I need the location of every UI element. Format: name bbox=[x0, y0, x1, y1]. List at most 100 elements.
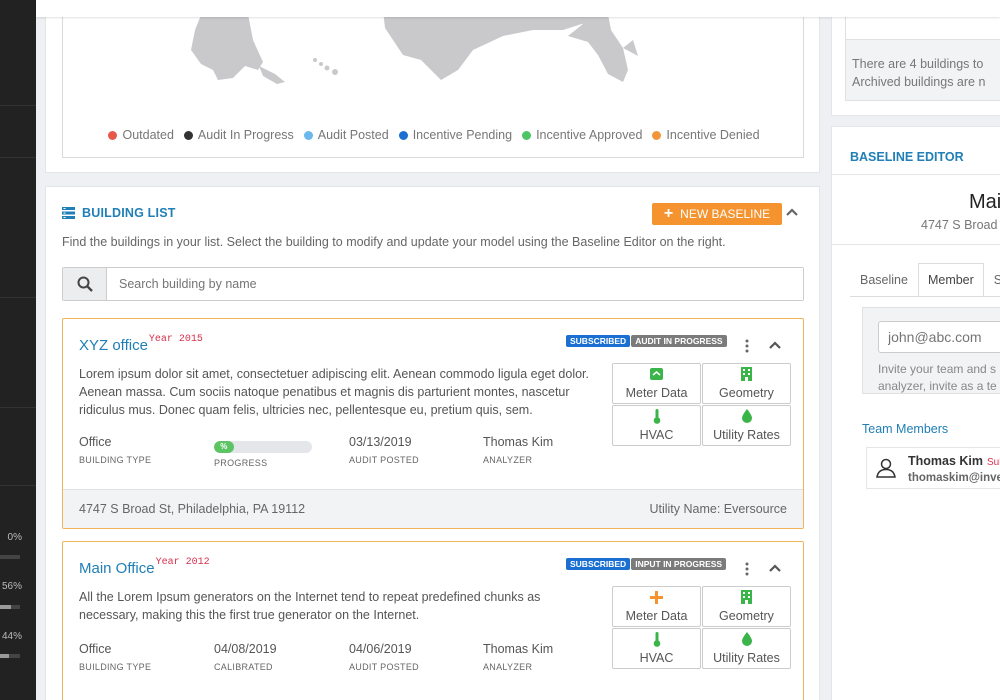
new-baseline-label: NEW BASELINE bbox=[680, 207, 771, 221]
building-name[interactable]: Main OfficeYear 2012 bbox=[79, 557, 210, 577]
member-name-text: Thomas Kim bbox=[908, 454, 984, 468]
sidebar-stat-label: 0% bbox=[7, 532, 22, 543]
status-dot-icon bbox=[303, 130, 313, 140]
legend-item-incentive-denied: Incentive Denied bbox=[652, 128, 760, 142]
sidebar-stat-bar bbox=[0, 605, 20, 609]
tab-baseline[interactable]: Baseline bbox=[850, 263, 918, 297]
utility-rates-tile[interactable]: Utility Rates bbox=[702, 628, 791, 669]
audit-posted-meta: 04/06/2019 AUDIT POSTED bbox=[349, 642, 419, 672]
tile-label: Geometry bbox=[719, 609, 774, 623]
info-line: There are 4 buildings to bbox=[852, 57, 984, 71]
utility-name: Utility Name: Eversource bbox=[649, 502, 787, 516]
legend-label: Audit Posted bbox=[317, 128, 389, 142]
building-year: Year 2015 bbox=[148, 334, 203, 345]
hvac-tile[interactable]: HVAC bbox=[612, 628, 701, 669]
building-card-main-office[interactable]: Main OfficeYear 2012 SUBSCRIBED INPUT IN… bbox=[62, 541, 804, 700]
legend-label: Audit In Progress bbox=[197, 128, 294, 142]
building-description: All the Lorem Ipsum generators on the In… bbox=[79, 590, 541, 622]
status-dot-icon bbox=[108, 130, 118, 140]
analyzer-name: Thomas Kim bbox=[483, 642, 554, 656]
member-name: Thomas KimSub bbox=[908, 454, 1000, 468]
collapse-chevron-up-icon[interactable] bbox=[786, 205, 800, 223]
status-dot-icon bbox=[398, 130, 408, 140]
left-sidebar: 0% 56% 44% bbox=[0, 0, 36, 700]
tile-label: Utility Rates bbox=[713, 428, 780, 442]
tile-label: Utility Rates bbox=[713, 651, 780, 665]
building-name[interactable]: XYZ officeYear 2015 bbox=[79, 334, 203, 354]
subscribed-badge: SUBSCRIBED bbox=[566, 558, 631, 570]
legend-item-audit-posted: Audit Posted bbox=[303, 128, 389, 142]
thermometer-icon bbox=[653, 408, 661, 424]
building-card-footer: 4747 S Broad St, Philadelphia, PA 19112 … bbox=[63, 489, 803, 528]
kebab-menu-icon[interactable] bbox=[745, 339, 751, 355]
invite-help-text: Invite your team and s analyzer, invite … bbox=[878, 361, 997, 395]
sidebar-divider bbox=[0, 407, 36, 408]
tab-subscription[interactable]: Su bbox=[983, 263, 1000, 297]
search-bar bbox=[62, 267, 804, 301]
building-map[interactable]: Outdated Audit In Progress Audit Posted … bbox=[62, 0, 804, 158]
search-button[interactable] bbox=[63, 268, 107, 300]
building-name-text[interactable]: XYZ office bbox=[79, 337, 148, 354]
divider bbox=[832, 174, 1000, 175]
building-icon bbox=[741, 590, 752, 604]
progress-bar: % bbox=[214, 441, 312, 453]
building-address: 4747 S Broad St, Philadelphia, PA 19112 bbox=[79, 502, 306, 516]
sidebar-divider bbox=[0, 297, 36, 298]
audit-posted-date: 03/13/2019 bbox=[349, 435, 412, 449]
progress-meta: % PROGRESS bbox=[214, 438, 312, 468]
editor-building-name: Mai bbox=[969, 191, 1000, 213]
tile-label: Geometry bbox=[719, 386, 774, 400]
team-member-row[interactable]: Thomas KimSub thomaskim@inve bbox=[866, 447, 1000, 489]
member-email: thomaskim@inve bbox=[908, 472, 1000, 484]
meter-data-tile[interactable]: Meter Data bbox=[612, 586, 701, 627]
tile-label: Meter Data bbox=[625, 609, 688, 623]
search-icon bbox=[77, 276, 93, 292]
invite-email-input[interactable] bbox=[878, 321, 1000, 353]
geometry-tile[interactable]: Geometry bbox=[702, 363, 791, 404]
member-subscription-badge: Sub bbox=[987, 457, 1000, 468]
plus-icon: + bbox=[663, 205, 674, 222]
user-avatar-icon bbox=[876, 458, 896, 478]
status-dot-icon bbox=[652, 130, 662, 140]
search-input[interactable] bbox=[107, 268, 803, 300]
map-card: Outdated Audit In Progress Audit Posted … bbox=[45, 0, 820, 173]
sidebar-stat-bar bbox=[0, 555, 20, 559]
building-year: Year 2012 bbox=[155, 557, 210, 568]
building-type-label: BUILDING TYPE bbox=[79, 662, 152, 672]
team-members-title: Team Members bbox=[862, 422, 949, 436]
invite-help-line: analyzer, invite as a te bbox=[878, 379, 997, 393]
progress-label: PROGRESS bbox=[214, 458, 268, 468]
hvac-tile[interactable]: HVAC bbox=[612, 405, 701, 446]
divider bbox=[850, 296, 1000, 297]
sidebar-stat-bar bbox=[0, 654, 20, 658]
utility-rates-tile[interactable]: Utility Rates bbox=[702, 405, 791, 446]
building-name-text[interactable]: Main Office bbox=[79, 560, 155, 577]
status-badge: INPUT IN PROGRESS bbox=[631, 558, 727, 570]
building-list-header: BUILDING LIST bbox=[62, 206, 176, 220]
progress-fill: % bbox=[214, 441, 234, 453]
water-drop-icon bbox=[741, 409, 752, 423]
analyzer-label: ANALYZER bbox=[483, 455, 533, 465]
tile-label: Meter Data bbox=[625, 386, 688, 400]
sidebar-divider bbox=[0, 485, 36, 486]
geometry-tile[interactable]: Geometry bbox=[702, 586, 791, 627]
meter-data-tile[interactable]: Meter Data bbox=[612, 363, 701, 404]
buildings-info-panel: There are 4 buildings to Archived buildi… bbox=[831, 0, 1000, 116]
sidebar-divider bbox=[0, 105, 36, 106]
top-header-bar bbox=[36, 0, 1000, 17]
invite-box: Invite your team and s analyzer, invite … bbox=[862, 307, 1000, 394]
sidebar-stat-label: 56% bbox=[1, 581, 22, 592]
kebab-menu-icon[interactable] bbox=[745, 562, 751, 578]
building-tiles: Meter Data Geometry HVAC Utility Rates bbox=[612, 363, 791, 446]
new-baseline-button[interactable]: + NEW BASELINE bbox=[652, 203, 782, 225]
analyzer-meta: Thomas Kim ANALYZER bbox=[483, 642, 553, 672]
legend-item-incentive-pending: Incentive Pending bbox=[398, 128, 512, 142]
building-card-xyz-office[interactable]: XYZ officeYear 2015 SUBSCRIBED AUDIT IN … bbox=[62, 318, 804, 529]
sidebar-stat-fill bbox=[0, 654, 9, 658]
us-map-shape bbox=[191, 10, 638, 84]
collapse-chevron-up-icon[interactable] bbox=[769, 339, 781, 353]
info-text: There are 4 buildings to Archived buildi… bbox=[852, 55, 985, 91]
tab-member[interactable]: Member bbox=[917, 263, 984, 297]
calibrated-date: 04/08/2019 bbox=[214, 642, 277, 656]
collapse-chevron-up-icon[interactable] bbox=[769, 562, 781, 576]
